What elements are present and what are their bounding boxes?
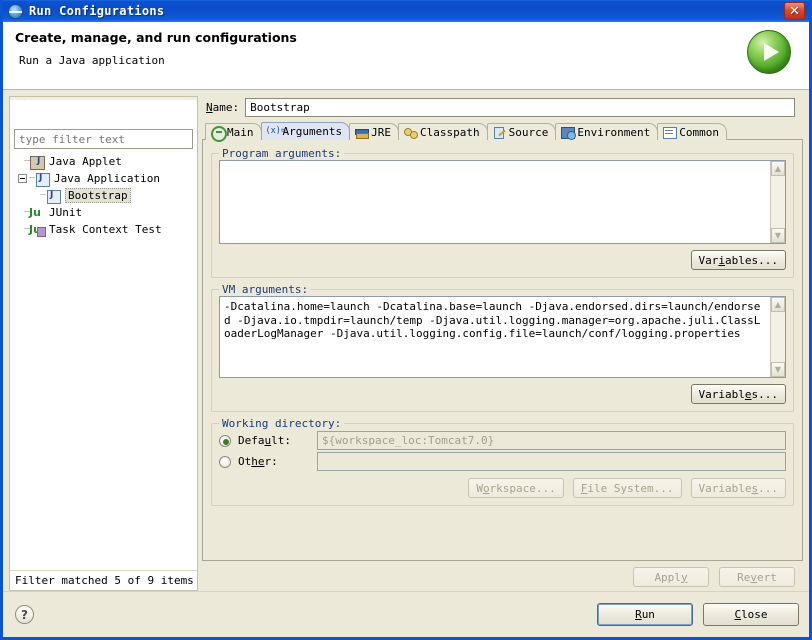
dialog-footer: ? Run Close (3, 591, 809, 637)
tree-item-task-context-test[interactable]: ┄ Task Context Test (10, 221, 197, 238)
filter-input[interactable] (14, 129, 193, 149)
close-button[interactable]: Close (703, 603, 799, 626)
working-directory-variables-button[interactable]: Variable s... (690, 478, 786, 498)
program-arguments-scrollbar[interactable]: ▲ ▼ (770, 161, 785, 243)
tree-item-bootstrap[interactable]: ┄ Bootstrap (10, 187, 197, 204)
arguments-tab-panel: Program arguments: ▲ ▼ Var i ables... VM… (202, 139, 803, 561)
configurations-panel: ✖ ┄ Java Applet (9, 96, 198, 591)
other-radio[interactable] (219, 455, 231, 468)
tab-label: Classpath (419, 125, 480, 139)
name-row: Name: (202, 96, 803, 118)
page-subtitle: Run a Java application (19, 54, 165, 67)
vm-arguments-input[interactable]: -Dcatalina.home=launch -Dcatalina.base=l… (220, 297, 770, 377)
name-label: Name: (206, 100, 240, 114)
other-directory-input[interactable] (317, 452, 786, 471)
tree-item-label: Java Application (54, 172, 160, 185)
tab-environment[interactable]: Environment (555, 123, 659, 140)
revert-button[interactable]: Re v ert (719, 567, 795, 587)
default-directory-input (317, 431, 786, 450)
classpath-tab-icon (403, 126, 418, 139)
arguments-tab-icon (266, 125, 286, 138)
vm-arguments-textarea-wrap: -Dcatalina.home=launch -Dcatalina.base=l… (219, 296, 786, 378)
configurations-tree-container: ┄ Java Applet ┄ Java Application ┄ (9, 100, 198, 591)
jre-tab-icon (355, 126, 370, 139)
common-tab-icon (663, 126, 678, 139)
tab-label: Common (679, 125, 719, 139)
tab-main[interactable]: Main (205, 123, 262, 142)
run-configurations-dialog: Run Configurations ✕ Create, manage, and… (0, 0, 812, 640)
tree-item-java-application[interactable]: ┄ Java Application (10, 170, 197, 187)
scroll-up-icon[interactable]: ▲ (771, 297, 785, 312)
program-arguments-input[interactable] (220, 161, 770, 243)
tab-label: JRE (371, 125, 391, 139)
working-directory-group: Working directory: Default: Other: Works… (211, 417, 794, 506)
tree-item-label: JUnit (49, 206, 83, 219)
tree-item-label: Java Applet (49, 155, 122, 168)
collapse-twisty-icon[interactable] (18, 174, 27, 183)
program-arguments-legend: Program arguments: (219, 147, 345, 160)
tab-classpath[interactable]: Classpath (397, 123, 488, 140)
default-label: Default: (238, 434, 291, 447)
scroll-up-icon[interactable]: ▲ (771, 161, 785, 176)
configurations-tree: ┄ Java Applet ┄ Java Application ┄ (10, 149, 197, 570)
tab-arguments[interactable]: Arguments (260, 122, 351, 140)
run-button[interactable]: Run (597, 603, 693, 626)
globe-icon (8, 3, 23, 19)
workspace-button[interactable]: Wo rkspace... (468, 478, 564, 498)
title-bar: Run Configurations ✕ (3, 0, 809, 22)
tab-label: Source (508, 125, 549, 139)
working-directory-default-row: Default: (219, 430, 786, 451)
working-directory-button-row: Wo rkspace... File System... Variable s... (219, 478, 786, 498)
java-application-icon (45, 189, 62, 204)
tab-strip: Main Arguments JRE Classpath Source (202, 122, 803, 142)
working-directory-other-row: Other: (219, 451, 786, 472)
program-arguments-group: Program arguments: ▲ ▼ Var i ables... (211, 147, 794, 278)
tree-item-label: Bootstrap (65, 188, 131, 203)
file-system-button[interactable]: File System... (572, 478, 682, 498)
other-label: Other: (238, 455, 278, 468)
scroll-down-icon[interactable]: ▼ (771, 228, 785, 243)
window-title: Run Configurations (29, 4, 165, 18)
footer-buttons: Run Close (597, 603, 799, 626)
tree-item-label: Task Context Test (49, 223, 162, 236)
close-window-button[interactable]: ✕ (784, 2, 805, 20)
configuration-editor: Name: Main Arguments JRE Clas (202, 96, 803, 591)
tree-item-junit[interactable]: ┄ JUnit (10, 204, 197, 221)
program-arguments-variables-button[interactable]: Var i ables... (690, 250, 786, 270)
green-play-icon (747, 30, 791, 74)
tab-label: Environment (577, 125, 651, 139)
java-applet-icon (29, 155, 46, 170)
environment-tab-icon (561, 126, 577, 140)
vm-arguments-legend: VM arguments: (219, 283, 312, 296)
tab-label: Main (227, 125, 254, 139)
dialog-header: Create, manage, and run configurations R… (3, 22, 809, 90)
vm-arguments-button-row: Variabl e s... (219, 384, 786, 404)
program-arguments-textarea-wrap: ▲ ▼ (219, 160, 786, 244)
java-application-icon (34, 172, 51, 187)
name-input[interactable] (245, 97, 795, 117)
help-icon[interactable]: ? (15, 605, 34, 624)
program-arguments-button-row: Var i ables... (219, 250, 786, 270)
vm-arguments-group: VM arguments: -Dcatalina.home=launch -Dc… (211, 283, 794, 412)
tab-jre[interactable]: JRE (349, 123, 399, 140)
default-radio[interactable] (219, 434, 231, 447)
task-context-test-icon (29, 223, 47, 237)
tab-common[interactable]: Common (657, 123, 727, 140)
apply-button[interactable]: Appl y (633, 567, 709, 587)
dialog-body: ✖ ┄ Java Applet (3, 90, 809, 591)
vm-arguments-scrollbar[interactable]: ▲ ▼ (770, 297, 785, 377)
page-title: Create, manage, and run configurations (15, 30, 297, 45)
scroll-down-icon[interactable]: ▼ (771, 362, 785, 377)
tab-label: Arguments (282, 125, 343, 138)
source-tab-icon (493, 126, 506, 139)
tree-item-java-applet[interactable]: ┄ Java Applet (10, 153, 197, 170)
apply-revert-row: Appl y Re v ert (202, 561, 803, 591)
vm-arguments-variables-button[interactable]: Variabl e s... (690, 384, 786, 404)
tab-source[interactable]: Source (486, 123, 557, 140)
filter-status-text: Filter matched 5 of 9 items (10, 570, 197, 590)
working-directory-legend: Working directory: (219, 417, 345, 430)
main-tab-icon (211, 125, 227, 142)
junit-icon (29, 206, 45, 220)
